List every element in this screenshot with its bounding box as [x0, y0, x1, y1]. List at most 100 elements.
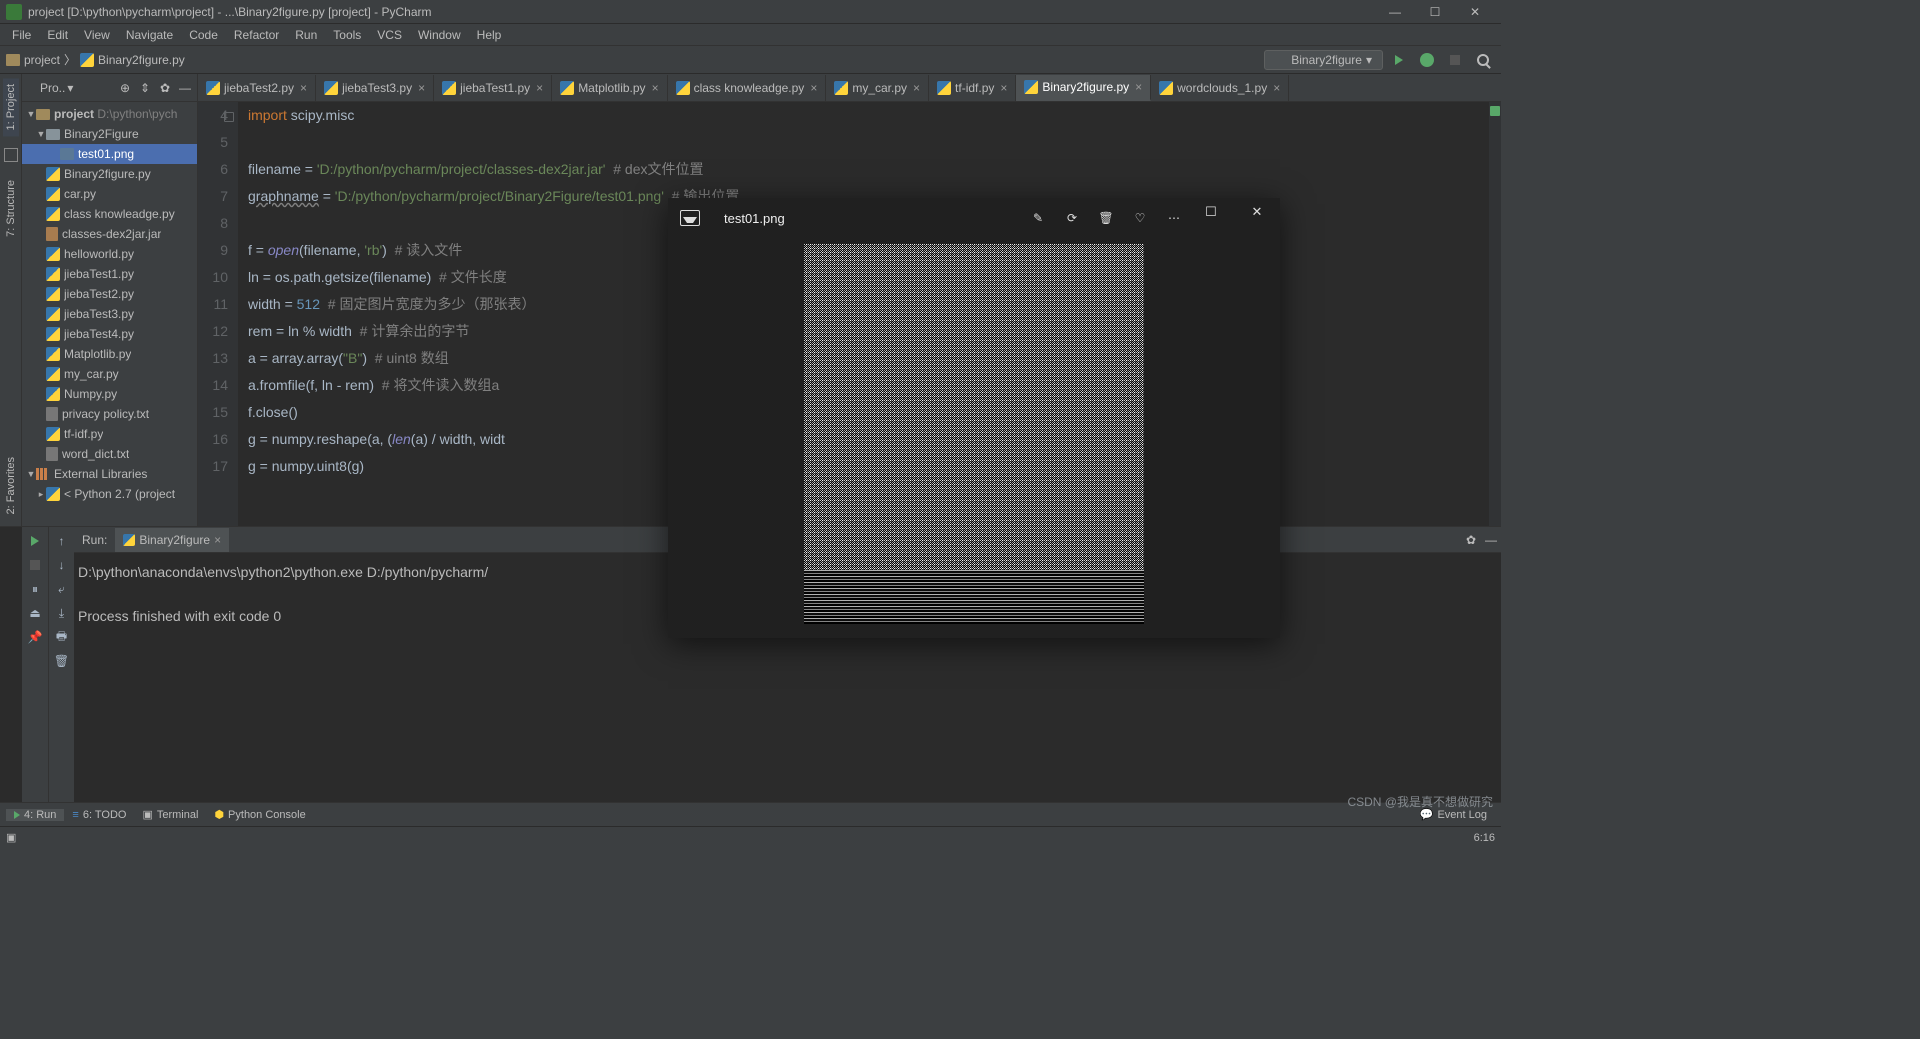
close-icon[interactable]: × — [298, 81, 309, 95]
pause-button[interactable]: ⏸ — [25, 579, 45, 599]
search-everywhere-button[interactable] — [1471, 48, 1495, 72]
tool-tab-favorites[interactable]: 2: Favorites — [3, 451, 19, 520]
tree-file[interactable]: tf-idf.py — [22, 424, 197, 444]
tree-file[interactable]: car.py — [22, 184, 197, 204]
editor-tab-active[interactable]: Binary2figure.py× — [1016, 75, 1151, 101]
tree-file[interactable]: jiebaTest1.py — [22, 264, 197, 284]
tree-folder[interactable]: ▼Binary2Figure — [22, 124, 197, 144]
tree-file[interactable]: privacy policy.txt — [22, 404, 197, 424]
tree-file[interactable]: class knowleadge.py — [22, 204, 197, 224]
bottom-tab-run[interactable]: 4: Run — [6, 809, 64, 821]
breadcrumb[interactable]: project 〉 Binary2figure.py — [6, 51, 185, 68]
project-tree[interactable]: ▼project D:\python\pych ▼Binary2Figure t… — [22, 102, 197, 526]
menu-navigate[interactable]: Navigate — [118, 26, 181, 44]
viewer-maximize-button[interactable]: ☐ — [1198, 204, 1224, 220]
error-stripe[interactable] — [1489, 102, 1501, 526]
editor-tab[interactable]: class knowleadge.py× — [668, 75, 827, 101]
close-icon[interactable]: × — [911, 81, 922, 95]
edit-image-button[interactable]: ✎ — [1028, 208, 1048, 228]
menu-help[interactable]: Help — [469, 26, 510, 44]
viewer-close-button[interactable]: ✕ — [1244, 204, 1270, 220]
exit-button[interactable]: ⏏ — [25, 603, 45, 623]
rotate-button[interactable]: ⟳ — [1062, 208, 1082, 228]
hide-tool-window-icon[interactable]: — — [1481, 530, 1501, 550]
bottom-tab-todo[interactable]: ≡6: TODO — [64, 809, 134, 821]
close-icon[interactable]: × — [1271, 81, 1282, 95]
close-icon[interactable]: × — [998, 81, 1009, 95]
editor-tab[interactable]: jiebaTest2.py× — [198, 75, 316, 101]
stop-button[interactable] — [25, 555, 45, 575]
window-titlebar: project [D:\python\pycharm\project] - ..… — [0, 0, 1501, 24]
editor-tab[interactable]: my_car.py× — [826, 75, 929, 101]
cursor-position[interactable]: 6:16 — [1474, 832, 1495, 844]
project-view-selector[interactable]: Pro.. ▾ — [26, 81, 113, 95]
tree-file[interactable]: Numpy.py — [22, 384, 197, 404]
tree-file[interactable]: classes-dex2jar.jar — [22, 224, 197, 244]
close-icon[interactable]: × — [808, 81, 819, 95]
more-button[interactable]: ⋯ — [1164, 208, 1184, 228]
tree-external-libraries[interactable]: ▼External Libraries — [22, 464, 197, 484]
favorite-button[interactable]: ♡ — [1130, 208, 1150, 228]
tool-tab-project[interactable]: 1: Project — [3, 78, 19, 136]
tree-file[interactable]: helloworld.py — [22, 244, 197, 264]
close-icon[interactable]: × — [1133, 80, 1144, 94]
tree-file[interactable]: jiebaTest4.py — [22, 324, 197, 344]
editor-tab[interactable]: Matplotlib.py× — [552, 75, 667, 101]
bottom-tab-python-console[interactable]: ⬢Python Console — [206, 808, 313, 821]
menu-edit[interactable]: Edit — [39, 26, 76, 44]
close-icon[interactable]: × — [650, 81, 661, 95]
scroll-from-source-icon[interactable]: ⊕ — [117, 80, 133, 96]
image-viewer-window[interactable]: ☐ ✕ test01.png ✎ ⟳ 🗑 ♡ ⋯ — [668, 198, 1280, 638]
tree-file[interactable]: Matplotlib.py — [22, 344, 197, 364]
tree-python-sdk[interactable]: ▸< Python 2.7 (project — [22, 484, 197, 504]
window-close-button[interactable]: ✕ — [1455, 0, 1495, 24]
tree-file-selected[interactable]: test01.png — [22, 144, 197, 164]
editor-tab[interactable]: wordclouds_1.py× — [1151, 75, 1289, 101]
collapse-all-icon[interactable]: ⇕ — [137, 80, 153, 96]
rerun-button[interactable] — [25, 531, 45, 551]
run-configuration-selector[interactable]: Binary2figure ▾ — [1264, 50, 1383, 70]
tree-file[interactable]: my_car.py — [22, 364, 197, 384]
tree-file[interactable]: jiebaTest2.py — [22, 284, 197, 304]
tree-root[interactable]: ▼project D:\python\pych — [22, 104, 197, 124]
editor-tab[interactable]: jiebaTest1.py× — [434, 75, 552, 101]
window-minimize-button[interactable]: — — [1375, 0, 1415, 24]
close-icon[interactable]: × — [416, 81, 427, 95]
status-icon[interactable]: ▣ — [6, 831, 16, 844]
run-tab[interactable]: Binary2figure × — [115, 528, 229, 552]
menu-code[interactable]: Code — [181, 26, 226, 44]
gear-icon[interactable]: ✿ — [1461, 530, 1481, 550]
editor-tab[interactable]: jiebaTest3.py× — [316, 75, 434, 101]
scroll-end-button[interactable]: ⤓ — [52, 603, 72, 623]
soft-wrap-button[interactable]: ⤶ — [52, 579, 72, 599]
menu-view[interactable]: View — [76, 26, 118, 44]
menu-refactor[interactable]: Refactor — [226, 26, 287, 44]
menu-file[interactable]: File — [4, 26, 39, 44]
window-maximize-button[interactable]: ☐ — [1415, 0, 1455, 24]
tool-tab-structure[interactable]: 7: Structure — [3, 174, 19, 243]
line-gutter[interactable]: 4567891011121314151617 — [198, 102, 238, 526]
tool-strip-icon[interactable] — [4, 148, 18, 162]
tree-file[interactable]: jiebaTest3.py — [22, 304, 197, 324]
tree-file[interactable]: word_dict.txt — [22, 444, 197, 464]
close-icon[interactable]: × — [534, 81, 545, 95]
editor-tab[interactable]: tf-idf.py× — [929, 75, 1016, 101]
down-stack-button[interactable]: ↓ — [52, 555, 72, 575]
close-icon[interactable]: × — [214, 533, 221, 547]
clear-all-button[interactable]: 🗑 — [52, 651, 72, 671]
viewer-image-area[interactable] — [668, 238, 1280, 638]
tree-file[interactable]: Binary2figure.py — [22, 164, 197, 184]
debug-button[interactable] — [1415, 48, 1439, 72]
gear-icon[interactable]: ✿ — [157, 80, 173, 96]
run-button[interactable] — [1387, 48, 1411, 72]
menu-vcs[interactable]: VCS — [369, 26, 410, 44]
menu-window[interactable]: Window — [410, 26, 469, 44]
delete-button[interactable]: 🗑 — [1096, 208, 1116, 228]
hide-tool-window-icon[interactable]: — — [177, 80, 193, 96]
print-button[interactable]: 🖶 — [52, 627, 72, 647]
bottom-tab-terminal[interactable]: ▣Terminal — [134, 808, 206, 821]
menu-run[interactable]: Run — [287, 26, 325, 44]
pin-button[interactable]: 📌 — [25, 627, 45, 647]
up-stack-button[interactable]: ↑ — [52, 531, 72, 551]
menu-tools[interactable]: Tools — [325, 26, 369, 44]
